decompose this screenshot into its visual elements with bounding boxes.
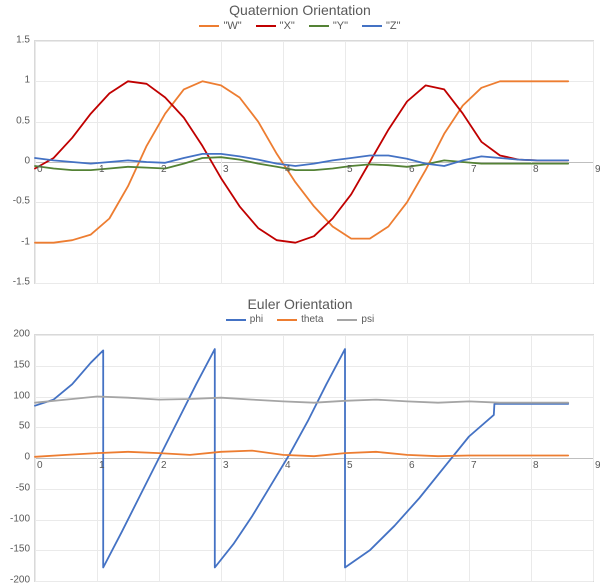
legend-label-z: "Z"	[386, 20, 401, 32]
y-tick-label: -100	[0, 513, 30, 524]
series-line	[35, 349, 568, 567]
chart-title-quaternion: Quaternion Orientation	[0, 0, 600, 18]
legend-label-x: "X"	[280, 20, 295, 32]
x-tick-label: 0	[37, 460, 43, 471]
legend-swatch-phi	[226, 319, 246, 321]
y-tick-label: 100	[0, 390, 30, 401]
series-line	[35, 451, 568, 457]
series-line	[35, 157, 568, 170]
y-tick-label: 0	[0, 156, 30, 167]
x-tick-label: 1	[99, 164, 105, 175]
x-tick-label: 6	[409, 460, 415, 471]
x-tick-label: 9	[595, 164, 600, 175]
legend-item-z: "Z"	[362, 20, 401, 32]
legend-item-psi: psi	[337, 314, 374, 325]
quaternion-series-svg	[35, 41, 593, 283]
y-tick-label: 150	[0, 359, 30, 370]
x-tick-label: 2	[161, 164, 167, 175]
legend-item-w: "W"	[199, 20, 241, 32]
quaternion-legend: "W" "X" "Y" "Z"	[0, 20, 600, 32]
legend-item-phi: phi	[226, 314, 263, 325]
x-tick-label: 5	[347, 460, 353, 471]
legend-label-y: "Y"	[333, 20, 348, 32]
legend-swatch-x	[256, 25, 276, 27]
y-tick-label: 1	[0, 75, 30, 86]
euler-plot-area: 0123456789	[34, 334, 594, 582]
y-tick-label: -1.5	[0, 277, 30, 288]
euler-y-axis: -200-150-100-50050100150200	[0, 334, 32, 582]
y-tick-label: -200	[0, 575, 30, 586]
x-tick-label: 4	[285, 164, 291, 175]
x-tick-label: 3	[223, 460, 229, 471]
x-tick-label: 8	[533, 164, 539, 175]
legend-label-psi: psi	[361, 314, 374, 325]
x-tick-label: 2	[161, 460, 167, 471]
charts-page: { "chart_data": [ { "type": "line", "tit…	[0, 0, 600, 588]
quaternion-plot-area: 0123456789	[34, 40, 594, 284]
x-tick-label: 9	[595, 460, 600, 471]
chart-title-euler: Euler Orientation	[0, 294, 600, 312]
y-tick-label: 0.5	[0, 115, 30, 126]
legend-swatch-theta	[277, 319, 297, 321]
series-line	[35, 397, 568, 403]
quaternion-chart-block: Quaternion Orientation "W" "X" "Y" "Z" -…	[0, 0, 600, 284]
euler-chart-block: Euler Orientation phi theta psi -200 -150…	[0, 294, 600, 588]
quaternion-y-axis: -1.5-1-0.500.511.5	[0, 40, 32, 284]
x-tick-label: 5	[347, 164, 353, 175]
x-tick-label: 8	[533, 460, 539, 471]
euler-series-svg	[35, 335, 593, 581]
euler-legend: phi theta psi	[0, 314, 600, 325]
y-tick-label: -50	[0, 482, 30, 493]
legend-item-y: "Y"	[309, 20, 348, 32]
x-tick-label: 7	[471, 164, 477, 175]
legend-swatch-w	[199, 25, 219, 27]
legend-label-theta: theta	[301, 314, 323, 325]
x-tick-label: 1	[99, 460, 105, 471]
legend-swatch-z	[362, 25, 382, 27]
y-tick-label: 200	[0, 329, 30, 340]
legend-swatch-y	[309, 25, 329, 27]
x-tick-label: 0	[37, 164, 43, 175]
y-tick-label: 1.5	[0, 35, 30, 46]
legend-label-phi: phi	[250, 314, 263, 325]
legend-item-theta: theta	[277, 314, 323, 325]
x-tick-label: 7	[471, 460, 477, 471]
x-tick-label: 3	[223, 164, 229, 175]
y-tick-label: -150	[0, 544, 30, 555]
legend-item-x: "X"	[256, 20, 295, 32]
legend-swatch-psi	[337, 319, 357, 321]
x-tick-label: 6	[409, 164, 415, 175]
y-tick-label: 50	[0, 421, 30, 432]
y-tick-label: -1	[0, 236, 30, 247]
x-tick-label: 4	[285, 460, 291, 471]
y-tick-label: -0.5	[0, 196, 30, 207]
legend-label-w: "W"	[223, 20, 241, 32]
y-tick-label: 0	[0, 452, 30, 463]
